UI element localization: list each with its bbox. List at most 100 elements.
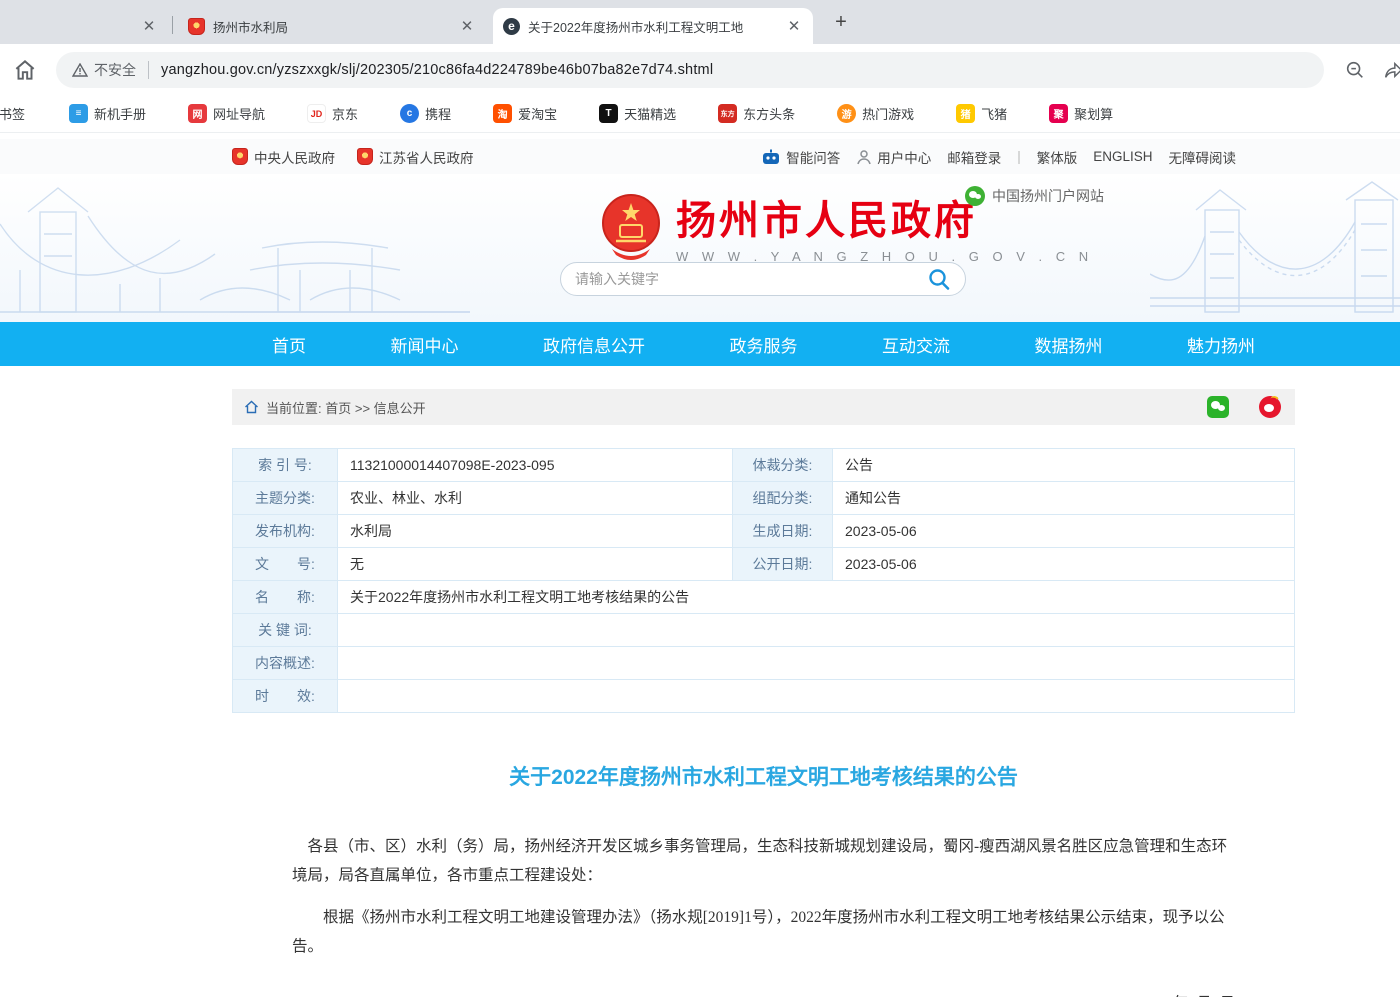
article: 关于2022年度扬州市水利工程文明工地考核结果的公告 各县（市、区）水利（务）局… bbox=[232, 761, 1295, 997]
national-emblem-favicon bbox=[188, 18, 205, 35]
portal-badge: 中国扬州门户网站 bbox=[965, 186, 1104, 206]
tab-water-bureau[interactable]: 扬州市水利局 ✕ bbox=[178, 8, 486, 44]
tab-separator bbox=[172, 16, 173, 34]
bookmark-manual[interactable]: ≡ 新机手册 bbox=[69, 104, 146, 123]
portal-label: 中国扬州门户网站 bbox=[992, 186, 1104, 206]
meta-value-doc-number: 无 bbox=[338, 548, 733, 581]
breadcrumb-path[interactable]: 首页 >> 信息公开 bbox=[325, 398, 425, 417]
search-input[interactable] bbox=[575, 271, 927, 287]
national-emblem-logo bbox=[600, 191, 662, 261]
document-meta-table: 索 引 号: 11321000014407098E-2023-095 体裁分类:… bbox=[232, 448, 1295, 713]
table-row: 内容概述: bbox=[233, 647, 1295, 680]
bookmark-label: 新机手册 bbox=[94, 104, 146, 123]
table-row: 主题分类: 农业、林业、水利 组配分类: 通知公告 bbox=[233, 482, 1295, 515]
english-label: ENGLISH bbox=[1093, 149, 1152, 164]
bookmark-hot-games[interactable]: 游 热门游戏 bbox=[837, 104, 914, 123]
nav-data-yangzhou[interactable]: 数据扬州 bbox=[1035, 332, 1103, 357]
bookmark-jd[interactable]: JD 京东 bbox=[307, 104, 358, 123]
smart-qa-label: 智能问答 bbox=[786, 147, 840, 167]
table-row: 关 键 词: bbox=[233, 614, 1295, 647]
english-link[interactable]: ENGLISH bbox=[1093, 149, 1152, 164]
meta-label: 内容概述: bbox=[233, 647, 338, 680]
share-icon[interactable] bbox=[1382, 59, 1400, 81]
address-bar: 不安全 yangzhou.gov.cn/yzszxxgk/slj/202305/… bbox=[0, 44, 1400, 95]
manual-book-icon: ≡ bbox=[69, 104, 88, 123]
bookmark-fliggy[interactable]: 猪 飞猪 bbox=[956, 104, 1007, 123]
bookmark-label: 东方头条 bbox=[743, 104, 795, 123]
juhuasuan-icon: 聚 bbox=[1049, 104, 1068, 123]
article-body: 各县（市、区）水利（务）局，扬州经济开发区城乡事务管理局，生态科技新城规划建设局… bbox=[232, 833, 1295, 997]
accessibility-link[interactable]: 无障碍阅读 bbox=[1169, 147, 1237, 167]
nav-news-center[interactable]: 新闻中心 bbox=[391, 332, 459, 357]
table-row: 发布机构: 水利局 生成日期: 2023-05-06 bbox=[233, 515, 1295, 548]
search-icon[interactable] bbox=[927, 267, 951, 291]
traditional-chinese-link[interactable]: 繁体版 bbox=[1037, 147, 1078, 167]
share-wechat-icon[interactable] bbox=[1207, 396, 1229, 418]
browser-tab-bar: ✕ 扬州市水利局 ✕ e 关于2022年度扬州市水利工程文明工地 ✕ + bbox=[0, 0, 1400, 44]
article-title: 关于2022年度扬州市水利工程文明工地考核结果的公告 bbox=[232, 761, 1295, 791]
url-text[interactable]: yangzhou.gov.cn/yzszxxgk/slj/202305/210c… bbox=[161, 62, 713, 78]
zoom-out-icon[interactable] bbox=[1344, 59, 1366, 81]
table-row: 索 引 号: 11321000014407098E-2023-095 体裁分类:… bbox=[233, 449, 1295, 482]
nav-gov-services[interactable]: 政务服务 bbox=[730, 332, 798, 357]
hot-games-icon: 游 bbox=[837, 104, 856, 123]
meta-label: 生成日期: bbox=[733, 515, 833, 548]
meta-value-created-date: 2023-05-06 bbox=[833, 515, 1295, 548]
bookmark-label: 飞猪 bbox=[981, 104, 1007, 123]
user-center-link[interactable]: 用户中心 bbox=[856, 147, 931, 167]
omnibox-divider bbox=[148, 61, 149, 79]
smart-qa-link[interactable]: 智能问答 bbox=[761, 147, 840, 167]
meta-label: 索 引 号: bbox=[233, 449, 338, 482]
link-jiangsu-government[interactable]: 江苏省人民政府 bbox=[357, 147, 474, 167]
meta-value-validity bbox=[338, 680, 1295, 713]
jd-logo-icon: JD bbox=[307, 104, 326, 123]
table-row: 名 称: 关于2022年度扬州市水利工程文明工地考核结果的公告 bbox=[233, 581, 1295, 614]
bookmark-east-headlines[interactable]: 东方 东方头条 bbox=[718, 104, 795, 123]
taobao-icon: 淘 bbox=[493, 104, 512, 123]
robot-icon bbox=[761, 149, 781, 165]
meta-value-genre: 公告 bbox=[833, 449, 1295, 482]
bookmark-phone-bookmarks[interactable]: 机书签 bbox=[0, 104, 25, 123]
meta-value-topic: 农业、林业、水利 bbox=[338, 482, 733, 515]
bookmark-site-nav[interactable]: 网 网址导航 bbox=[188, 104, 265, 123]
bookmark-label: 热门游戏 bbox=[862, 104, 914, 123]
table-row: 文 号: 无 公开日期: 2023-05-06 bbox=[233, 548, 1295, 581]
meta-label: 关 键 词: bbox=[233, 614, 338, 647]
bookmark-label: 机书签 bbox=[0, 104, 25, 123]
article-date: 2023年5月6日 bbox=[292, 990, 1235, 997]
share-weibo-icon[interactable] bbox=[1259, 396, 1281, 418]
tab-active-announcement[interactable]: e 关于2022年度扬州市水利工程文明工地 ✕ bbox=[493, 8, 813, 44]
gov-link-label: 中央人民政府 bbox=[254, 147, 335, 167]
tab-close-icon[interactable]: ✕ bbox=[140, 17, 158, 35]
east-headlines-icon: 东方 bbox=[718, 104, 737, 123]
bookmark-label: 天猫精选 bbox=[624, 104, 676, 123]
mail-login-link[interactable]: 邮箱登录 bbox=[947, 147, 1001, 167]
link-central-government[interactable]: 中央人民政府 bbox=[232, 147, 335, 167]
nav-charming-yangzhou[interactable]: 魅力扬州 bbox=[1187, 332, 1255, 357]
tab-close-icon[interactable]: ✕ bbox=[458, 17, 476, 35]
meta-label: 公开日期: bbox=[733, 548, 833, 581]
not-secure-warning-icon bbox=[72, 63, 88, 77]
bookmark-juhuasuan[interactable]: 聚 聚划算 bbox=[1049, 104, 1113, 123]
not-secure-label: 不安全 bbox=[94, 60, 136, 80]
user-center-label: 用户中心 bbox=[877, 147, 931, 167]
bookmark-aitaobao[interactable]: 淘 爱淘宝 bbox=[493, 104, 557, 123]
meta-value-publish-date: 2023-05-06 bbox=[833, 548, 1295, 581]
bookmark-tmall[interactable]: T 天猫精选 bbox=[599, 104, 676, 123]
breadcrumb-home-icon[interactable] bbox=[244, 400, 259, 414]
article-paragraph: 各县（市、区）水利（务）局，扬州经济开发区城乡事务管理局，生态科技新城规划建设局… bbox=[292, 833, 1235, 890]
national-emblem-icon bbox=[357, 148, 373, 165]
main-navigation: 首页 新闻中心 政府信息公开 政务服务 互动交流 数据扬州 魅力扬州 bbox=[0, 322, 1400, 366]
new-tab-button[interactable]: + bbox=[828, 10, 854, 36]
nav-gov-info-disclosure[interactable]: 政府信息公开 bbox=[543, 332, 645, 357]
nav-interaction[interactable]: 互动交流 bbox=[882, 332, 950, 357]
url-omnibox[interactable]: 不安全 yangzhou.gov.cn/yzszxxgk/slj/202305/… bbox=[56, 52, 1324, 88]
nav-home[interactable]: 首页 bbox=[272, 332, 306, 357]
tab-close-icon[interactable]: ✕ bbox=[785, 17, 803, 35]
meta-value-group: 通知公告 bbox=[833, 482, 1295, 515]
tab-partial[interactable]: ✕ bbox=[120, 8, 180, 44]
bookmark-ctrip[interactable]: c 携程 bbox=[400, 104, 451, 123]
site-search bbox=[560, 262, 966, 296]
meta-value-title: 关于2022年度扬州市水利工程文明工地考核结果的公告 bbox=[338, 581, 1295, 614]
home-icon[interactable] bbox=[12, 57, 38, 83]
